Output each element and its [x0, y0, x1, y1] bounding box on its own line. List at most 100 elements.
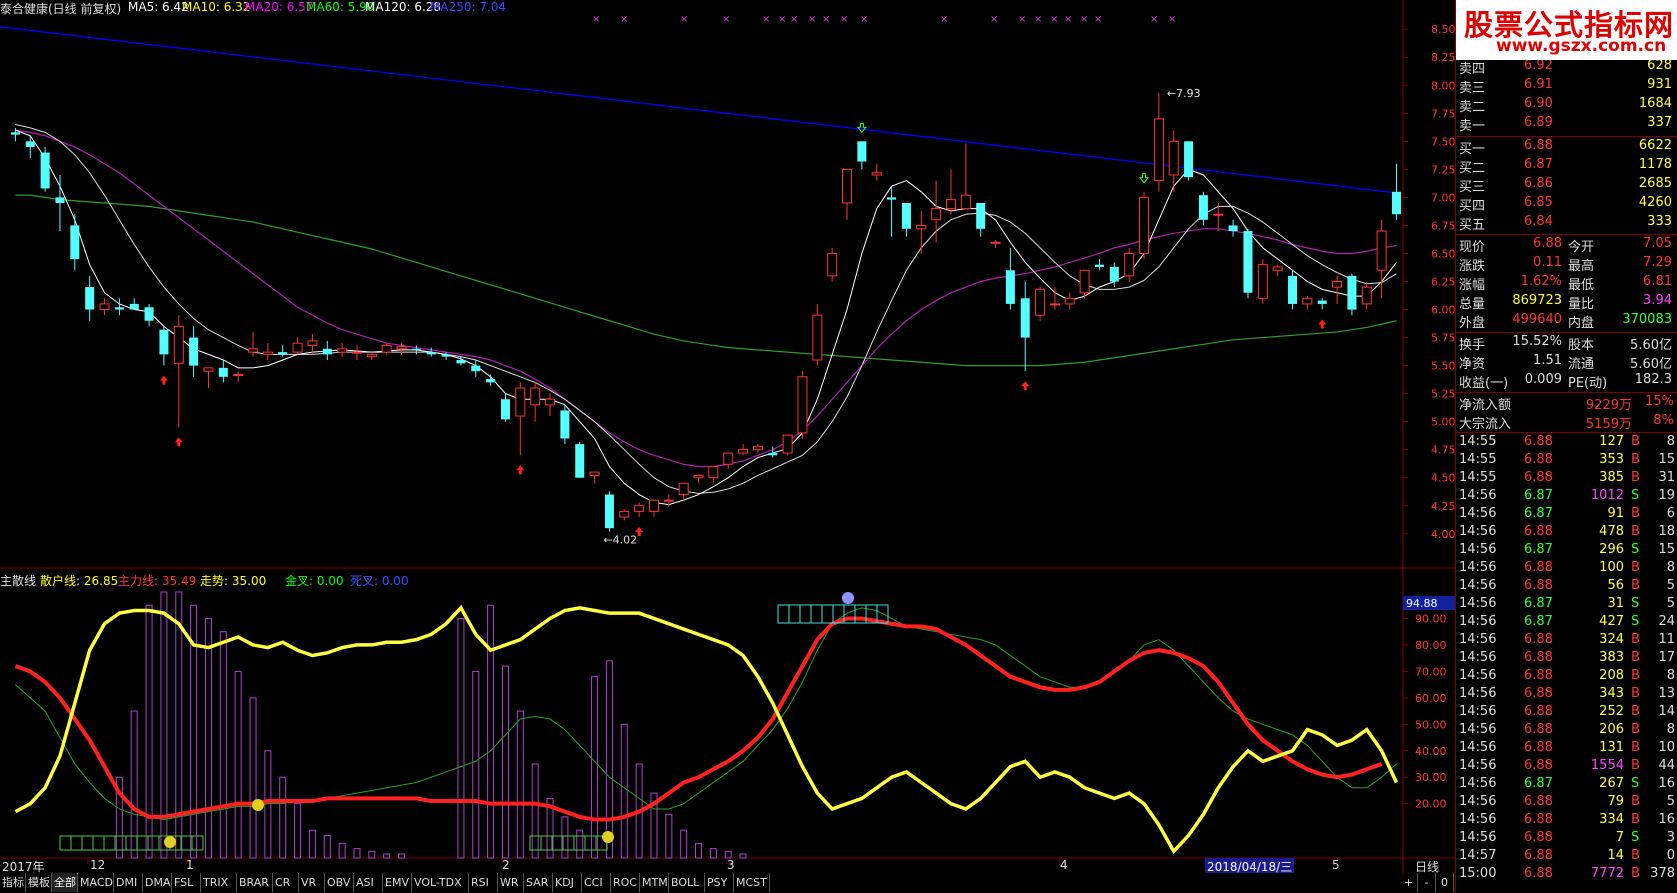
indicator-tab[interactable]: BOLL — [669, 873, 705, 892]
sub-tick-label: 20.00 — [1415, 798, 1447, 811]
buy-signal-arrow — [159, 375, 168, 385]
stock-title: 泰合健康(日线 前复权) — [0, 2, 122, 16]
tick-time: 14:56 — [1459, 488, 1497, 503]
indicator-tab[interactable]: MACD — [78, 873, 114, 892]
candle-body-up — [99, 303, 110, 311]
tick-volume: 7772 — [1590, 866, 1624, 881]
top-signal-box — [777, 604, 790, 624]
scroll-button[interactable]: 0 — [1436, 873, 1454, 892]
indicator-tab[interactable]: VOL-TDX — [412, 873, 469, 892]
price-tick-label: 4.00 — [1431, 528, 1455, 541]
stat-value: 1.62% — [1520, 274, 1562, 289]
stat-row: 收益(一) 0.009 PE(动) 182.3 — [1456, 372, 1677, 391]
candle-body-up — [945, 199, 956, 210]
tick-volume: 206 — [1599, 722, 1624, 737]
sell-signal-arrow — [856, 122, 867, 134]
tick-volume: 100 — [1599, 560, 1624, 575]
indicator-tab[interactable]: RSI — [469, 873, 498, 892]
ask-volume: 1684 — [1638, 96, 1672, 111]
indicator-tab[interactable]: WR — [498, 873, 524, 892]
indicator-tab[interactable]: DMI — [114, 873, 143, 892]
sub-tick-label: 30.00 — [1415, 771, 1447, 784]
candle-body-up — [931, 208, 942, 221]
scroll-button[interactable]: - — [1418, 873, 1436, 892]
candle-body-down — [411, 348, 421, 350]
tick-volume: 1554 — [1590, 758, 1624, 773]
stat-label: 最高 — [1568, 259, 1595, 274]
candle-body-down — [1228, 225, 1238, 232]
price-tick-label: 8.00 — [1431, 79, 1455, 92]
candle-body-up — [381, 344, 392, 353]
signal-mark: × — [790, 14, 798, 25]
indicator-tab[interactable]: SAR — [524, 873, 553, 892]
scroll-button[interactable]: + — [1400, 873, 1418, 892]
stat-row: 现价 6.88 今开 7.05 — [1456, 236, 1677, 255]
sub-tick-label: 90.00 — [1415, 612, 1447, 625]
kline-chart[interactable]: 8.50 8.25 8.00 7.75 7.50 7.25 7.00 6.75 6.50 6.25… — [0, 0, 1455, 893]
indicator-tab[interactable]: 模板 — [26, 873, 52, 892]
stat-value: 5.60亿 — [1630, 357, 1672, 372]
indicator-tab[interactable]: ASI — [354, 873, 383, 892]
smiley-icon — [252, 799, 264, 811]
indicator-tab[interactable]: BRAR — [237, 873, 273, 892]
sub-name: 主散线 — [0, 574, 37, 588]
indicator-tab[interactable]: ROC — [611, 873, 640, 892]
indicator-tab[interactable]: 指标 — [0, 873, 26, 892]
tick-count: 8 — [1666, 722, 1675, 737]
stat-label: 净资 — [1459, 357, 1486, 372]
sub-bar — [234, 670, 242, 859]
indicator-tab[interactable]: OBV — [325, 873, 354, 892]
ask-volume: 337 — [1647, 115, 1672, 130]
sub-bar — [204, 617, 212, 859]
indicator-tab[interactable]: VR — [299, 873, 325, 892]
tick-row: 14:56 6.88 334 B 16 — [1456, 812, 1677, 830]
indicator-tab[interactable]: 全部 — [52, 873, 78, 892]
tick-volume: 31 — [1607, 596, 1624, 611]
sub-bar — [620, 723, 628, 859]
indicator-tab[interactable]: EMV — [383, 873, 412, 892]
price-tick-label: 8.50 — [1431, 23, 1455, 36]
candle-body-up — [1213, 213, 1224, 216]
stat-value: 499640 — [1512, 312, 1562, 327]
candle-body-down — [1020, 298, 1030, 338]
bid-price: 6.86 — [1524, 176, 1553, 191]
tick-side: S — [1631, 776, 1640, 791]
tick-volume: 427 — [1599, 614, 1624, 629]
indicator-tab[interactable]: CCI — [582, 873, 611, 892]
tick-time: 14:56 — [1459, 758, 1497, 773]
chart-area[interactable]: 8.50 8.25 8.00 7.75 7.50 7.25 7.00 6.75 6.50 6.25… — [0, 0, 1455, 893]
signal-mark: × — [1050, 14, 1058, 25]
indicator-tab[interactable]: KDJ — [553, 873, 582, 892]
indicator-tab[interactable]: MTM — [640, 873, 669, 892]
top-signal-box — [821, 604, 834, 624]
date-label: 5 — [1332, 858, 1340, 872]
stat-row: 涨跌 0.11 最高 7.29 — [1456, 255, 1677, 274]
signal-box — [529, 835, 542, 851]
tick-volume: 296 — [1599, 542, 1624, 557]
signal-box — [540, 835, 553, 851]
tick-time: 14:56 — [1459, 686, 1497, 701]
tick-row: 14:56 6.87 267 S 16 — [1456, 776, 1677, 794]
stat-label: 涨跌 — [1459, 259, 1486, 274]
indicator-tab[interactable]: FSL — [172, 873, 201, 892]
indicator-tab[interactable]: CR — [273, 873, 299, 892]
tick-row: 14:56 6.87 427 S 24 — [1456, 614, 1677, 632]
tick-volume: 1012 — [1590, 488, 1624, 503]
sub-bar — [665, 813, 673, 859]
tick-time: 14:55 — [1459, 434, 1497, 449]
ask-price: 6.90 — [1524, 96, 1553, 111]
candle-body-up — [515, 387, 526, 417]
signal-mark: × — [808, 14, 816, 25]
tick-row: 14:55 6.88 353 B 15 — [1456, 452, 1677, 470]
indicator-tab[interactable]: DMA — [143, 873, 172, 892]
tick-count: 24 — [1658, 614, 1675, 629]
sub-bar — [680, 829, 688, 859]
candle-body-up — [1139, 196, 1150, 254]
tick-side: S — [1631, 830, 1640, 845]
high-marker: ←7.93 — [1167, 87, 1201, 100]
indicator-tab[interactable]: TRIX — [201, 873, 237, 892]
indicator-tab[interactable]: PSY — [705, 873, 734, 892]
indicator-tab[interactable]: MCST — [734, 873, 770, 892]
tick-row: 14:56 6.87 296 S 15 — [1456, 542, 1677, 560]
tick-time: 14:56 — [1459, 812, 1497, 827]
